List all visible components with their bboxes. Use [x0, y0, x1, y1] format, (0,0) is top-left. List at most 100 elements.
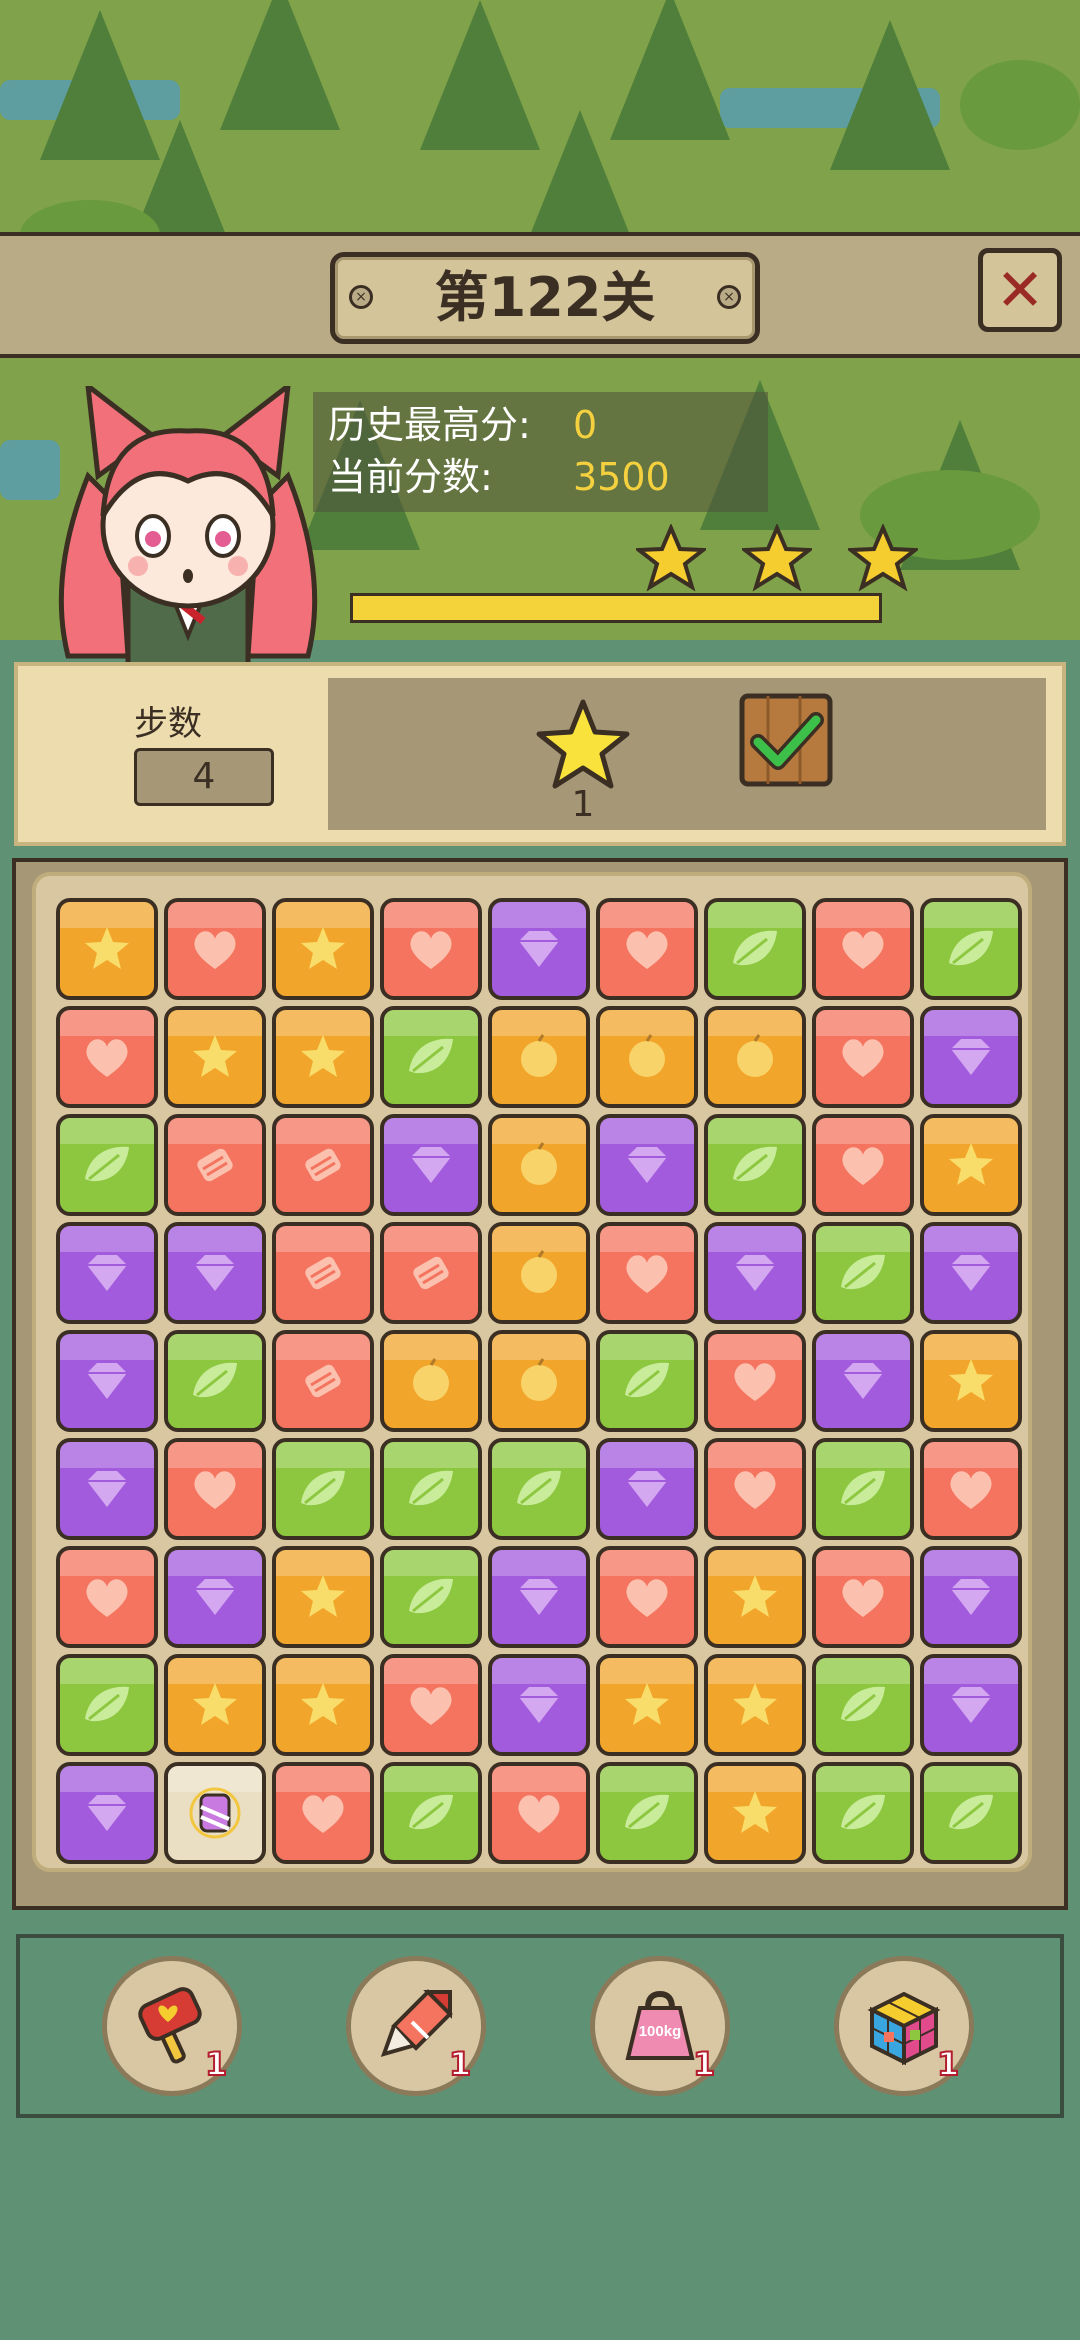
- leaf-tile[interactable]: [596, 1762, 698, 1864]
- gem-tile[interactable]: [596, 1438, 698, 1540]
- heart-tile[interactable]: [272, 1762, 374, 1864]
- gem-icon: [195, 1579, 235, 1615]
- star-tile[interactable]: [272, 1654, 374, 1756]
- gem-icon: [951, 1579, 991, 1615]
- leaf-tile[interactable]: [920, 1762, 1022, 1864]
- star-tile[interactable]: [56, 898, 158, 1000]
- fruit-tile[interactable]: [488, 1330, 590, 1432]
- gem-tile[interactable]: [164, 1546, 266, 1648]
- leaf-tile[interactable]: [56, 1114, 158, 1216]
- heart-tile[interactable]: [920, 1438, 1022, 1540]
- candy-tile[interactable]: [272, 1114, 374, 1216]
- heart-icon: [194, 1471, 236, 1509]
- gem-tile[interactable]: [920, 1222, 1022, 1324]
- candy-tile[interactable]: [164, 1114, 266, 1216]
- candy-tile[interactable]: [272, 1330, 374, 1432]
- gem-tile[interactable]: [488, 898, 590, 1000]
- gem-tile[interactable]: [164, 1222, 266, 1324]
- fruit-icon: [521, 1142, 557, 1185]
- heart-tile[interactable]: [488, 1762, 590, 1864]
- gem-tile[interactable]: [596, 1114, 698, 1216]
- hammer-booster-button[interactable]: 1: [102, 1956, 242, 2096]
- gem-tile[interactable]: [380, 1114, 482, 1216]
- star-tile[interactable]: [704, 1546, 806, 1648]
- leaf-tile[interactable]: [596, 1330, 698, 1432]
- close-button[interactable]: ✕: [978, 248, 1062, 332]
- fruit-tile[interactable]: [488, 1222, 590, 1324]
- heart-tile[interactable]: [164, 898, 266, 1000]
- heart-tile[interactable]: [812, 1546, 914, 1648]
- fruit-tile[interactable]: [488, 1114, 590, 1216]
- leaf-tile[interactable]: [704, 1114, 806, 1216]
- heart-tile[interactable]: [812, 1006, 914, 1108]
- leaf-tile[interactable]: [812, 1438, 914, 1540]
- gem-tile[interactable]: [56, 1438, 158, 1540]
- gem-tile[interactable]: [56, 1762, 158, 1864]
- star-icon: [193, 1683, 237, 1725]
- fruit-tile[interactable]: [596, 1006, 698, 1108]
- weight-booster-button[interactable]: 100kg 1: [590, 1956, 730, 2096]
- rocket-booster-button[interactable]: 1: [346, 1956, 486, 2096]
- gem-tile[interactable]: [488, 1654, 590, 1756]
- special-tile[interactable]: [164, 1762, 266, 1864]
- heart-tile[interactable]: [380, 898, 482, 1000]
- leaf-tile[interactable]: [488, 1438, 590, 1540]
- heart-tile[interactable]: [596, 1222, 698, 1324]
- star-tile[interactable]: [704, 1654, 806, 1756]
- star-tile[interactable]: [920, 1114, 1022, 1216]
- leaf-tile[interactable]: [380, 1006, 482, 1108]
- star-tile[interactable]: [272, 898, 374, 1000]
- fruit-tile[interactable]: [704, 1006, 806, 1108]
- gem-tile[interactable]: [704, 1222, 806, 1324]
- gem-icon: [627, 1147, 667, 1183]
- star-tile[interactable]: [164, 1654, 266, 1756]
- heart-tile[interactable]: [812, 1114, 914, 1216]
- gem-tile[interactable]: [812, 1330, 914, 1432]
- star-tile[interactable]: [272, 1006, 374, 1108]
- star-tile[interactable]: [164, 1006, 266, 1108]
- heart-tile[interactable]: [56, 1546, 158, 1648]
- heart-tile[interactable]: [704, 1438, 806, 1540]
- leaf-tile[interactable]: [380, 1438, 482, 1540]
- leaf-tile[interactable]: [812, 1222, 914, 1324]
- leaf-tile[interactable]: [380, 1546, 482, 1648]
- gem-tile[interactable]: [920, 1654, 1022, 1756]
- leaf-tile[interactable]: [164, 1330, 266, 1432]
- star-tile[interactable]: [704, 1762, 806, 1864]
- gem-tile[interactable]: [488, 1546, 590, 1648]
- gem-tile[interactable]: [920, 1546, 1022, 1648]
- heart-tile[interactable]: [56, 1006, 158, 1108]
- heart-tile[interactable]: [596, 898, 698, 1000]
- heart-tile[interactable]: [596, 1546, 698, 1648]
- heart-icon: [734, 1471, 776, 1509]
- heart-tile[interactable]: [164, 1438, 266, 1540]
- fruit-tile[interactable]: [380, 1330, 482, 1432]
- gem-tile[interactable]: [56, 1222, 158, 1324]
- star-tile[interactable]: [920, 1330, 1022, 1432]
- rainbow-cube-booster-button[interactable]: 1: [834, 1956, 974, 2096]
- leaf-icon: [85, 1686, 129, 1722]
- gem-tile[interactable]: [56, 1330, 158, 1432]
- gem-tile[interactable]: [920, 1006, 1022, 1108]
- fruit-tile[interactable]: [488, 1006, 590, 1108]
- candy-tile[interactable]: [380, 1222, 482, 1324]
- leaf-tile[interactable]: [812, 1762, 914, 1864]
- current-score-label: 当前分数:: [328, 455, 493, 499]
- leaf-tile[interactable]: [812, 1654, 914, 1756]
- candy-icon: [413, 1256, 449, 1290]
- star-icon: [301, 1683, 345, 1725]
- leaf-icon: [949, 930, 993, 966]
- star-tile[interactable]: [272, 1546, 374, 1648]
- level-title: 第122关: [434, 266, 656, 329]
- heart-icon: [842, 931, 884, 969]
- candy-tile[interactable]: [272, 1222, 374, 1324]
- leaf-tile[interactable]: [704, 898, 806, 1000]
- leaf-tile[interactable]: [920, 898, 1022, 1000]
- leaf-tile[interactable]: [272, 1438, 374, 1540]
- star-tile[interactable]: [596, 1654, 698, 1756]
- heart-tile[interactable]: [812, 898, 914, 1000]
- heart-tile[interactable]: [380, 1654, 482, 1756]
- leaf-tile[interactable]: [380, 1762, 482, 1864]
- heart-tile[interactable]: [704, 1330, 806, 1432]
- leaf-tile[interactable]: [56, 1654, 158, 1756]
